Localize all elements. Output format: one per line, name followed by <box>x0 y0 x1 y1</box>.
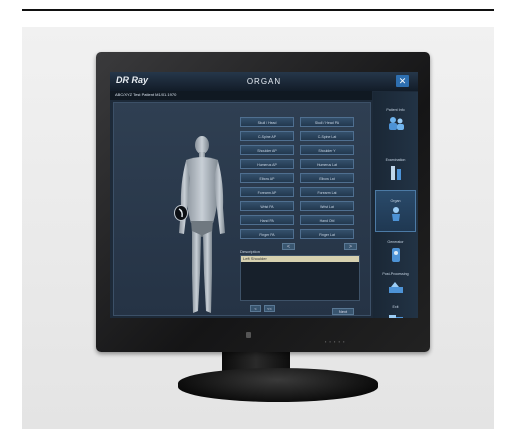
description-label: Description <box>240 249 261 254</box>
patient-icon <box>388 117 404 130</box>
exit-icon <box>388 315 403 318</box>
selected-organ-marker-icon[interactable] <box>174 205 188 221</box>
organ-button[interactable]: Shoulder AP <box>240 145 294 155</box>
organ-icon <box>391 207 400 221</box>
description-value[interactable]: Left Shoulder <box>241 256 359 262</box>
organ-button[interactable]: Finger Lat <box>300 229 354 239</box>
organ-button[interactable]: Finger PA <box>240 229 294 239</box>
bezel-buttons: ▪ ▪ ▪ ▪ ▪ <box>325 339 346 344</box>
organ-button[interactable]: C-Spine AP <box>240 131 294 141</box>
organ-button[interactable]: C-Spine Lat <box>300 131 354 141</box>
back-all-button[interactable]: << <box>264 305 275 312</box>
organ-panel: Skull / Head Skull / Head PA C-Spine AP … <box>113 102 371 316</box>
organ-button[interactable]: Skull / Head <box>240 117 294 127</box>
sidebar-item-label: Post-Processing <box>382 272 409 276</box>
patient-bar: ABC/XYZ Test Patient M1/01.1970 <box>110 91 372 100</box>
next-button[interactable]: Next <box>332 308 354 315</box>
page-prev-button[interactable]: < <box>282 243 295 250</box>
title-bar: DR Ray ORGAN ✕ <box>110 72 418 91</box>
page-next-button[interactable]: > <box>344 243 357 250</box>
back-button[interactable]: < <box>250 305 261 312</box>
sidebar-item-patient-info[interactable]: Patient Info <box>375 100 416 142</box>
monitor-screen: DR Ray ORGAN ✕ ABC/XYZ Test Patient M1/0… <box>110 72 418 318</box>
organ-button[interactable]: Humerus Lat <box>300 159 354 169</box>
organ-button[interactable]: Shoulder Y <box>300 145 354 155</box>
organ-button[interactable]: Humerus AP <box>240 159 294 169</box>
organ-button[interactable]: Hand Obl <box>300 215 354 225</box>
power-button[interactable] <box>246 332 251 338</box>
description-box: Left Shoulder <box>240 255 360 301</box>
organ-button[interactable]: Elbow AP <box>240 173 294 183</box>
organ-button[interactable]: Forearm AP <box>240 187 294 197</box>
sidebar-item-exit[interactable]: Exit <box>375 297 416 318</box>
sidebar-item-organ[interactable]: Organ <box>375 190 416 232</box>
monitor-stand-base <box>178 368 378 402</box>
organ-button[interactable]: Elbow Lat <box>300 173 354 183</box>
organ-button[interactable]: Wrist PA <box>240 201 294 211</box>
sidebar-item-examination[interactable]: Examination <box>375 150 416 192</box>
generator-icon <box>391 248 400 262</box>
examination-icon <box>390 166 401 180</box>
close-icon: ✕ <box>398 76 407 86</box>
sidebar-item-label: Exit <box>392 305 399 309</box>
post-processing-icon <box>388 282 403 293</box>
organ-button[interactable]: Hand PA <box>240 215 294 225</box>
organ-button[interactable]: Forearm Lat <box>300 187 354 197</box>
sidebar-item-label: Patient Info <box>386 108 405 112</box>
organ-button[interactable]: Wrist Lat <box>300 201 354 211</box>
close-button[interactable]: ✕ <box>396 75 409 87</box>
sidebar: Patient Info Examination Organ Generator <box>373 92 418 318</box>
sidebar-item-label: Generator <box>387 240 404 244</box>
body-figure[interactable] <box>176 133 228 318</box>
header-rule <box>22 9 494 11</box>
patient-info: ABC/XYZ Test Patient M1/01.1970 <box>115 92 177 97</box>
sidebar-item-label: Examination <box>385 158 406 162</box>
sidebar-item-label: Organ <box>390 199 401 203</box>
organ-button[interactable]: Skull / Head PA <box>300 117 354 127</box>
window-title: ORGAN <box>246 77 282 86</box>
